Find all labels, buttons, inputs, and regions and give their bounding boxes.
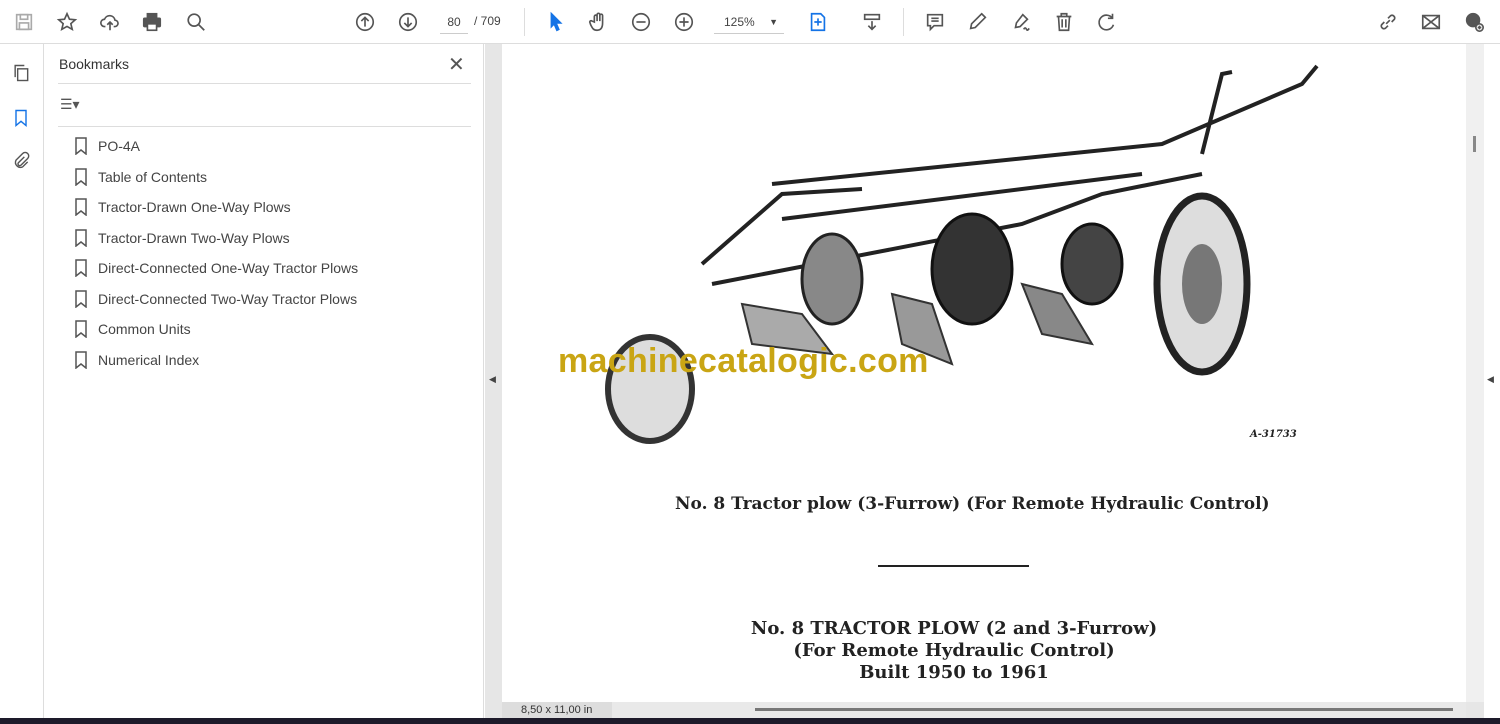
save-icon[interactable] xyxy=(10,8,38,36)
fit-page-icon[interactable] xyxy=(804,8,832,36)
bookmark-label: Common Units xyxy=(98,321,191,337)
collapse-panel-arrow[interactable]: ◀ xyxy=(489,374,496,385)
highlight-pen-icon[interactable] xyxy=(964,8,992,36)
heading-subtitle: (For Remote Hydraulic Control) xyxy=(793,640,1115,661)
sign-icon[interactable] xyxy=(1007,8,1035,36)
pdf-page: machinecatalogic.com A-31733 No. 8 Tract… xyxy=(502,44,1466,702)
page-number-input[interactable]: 80 xyxy=(440,12,468,34)
bookmark-item[interactable]: Common Units xyxy=(74,318,191,340)
page-thumbnails-icon[interactable] xyxy=(9,61,33,85)
previous-page-icon[interactable] xyxy=(351,8,379,36)
zoom-in-icon[interactable] xyxy=(670,8,698,36)
hand-tool-icon[interactable] xyxy=(584,8,612,36)
document-viewer: ◀ machinecatalogic.com A-31733 No. 8 Tra… xyxy=(485,44,1500,718)
bookmark-icon xyxy=(75,228,87,247)
bookmark-label: PO-4A xyxy=(98,138,141,154)
bookmark-icon[interactable] xyxy=(9,106,33,130)
scroll-mode-icon[interactable] xyxy=(858,8,886,36)
expand-panel-arrow[interactable]: ◀ xyxy=(1487,374,1494,385)
bookmark-item[interactable]: Tractor-Drawn Two-Way Plows xyxy=(74,227,290,249)
heading-years: Built 1950 to 1961 xyxy=(859,662,1049,683)
close-icon[interactable]: ✕ xyxy=(448,52,465,77)
zoom-select[interactable]: 125% ▼ xyxy=(714,12,784,34)
bookmark-label: Table of Contents xyxy=(98,168,207,185)
scrollbar-thumb[interactable] xyxy=(1473,136,1476,152)
page-total: / 709 xyxy=(474,14,501,28)
bookmark-label: Numerical Index xyxy=(98,351,200,368)
chevron-down-icon: ▼ xyxy=(769,17,778,27)
plow-illustration xyxy=(605,64,1319,444)
bookmark-label: Direct-Connected Two-Way Tractor Plows xyxy=(98,290,358,307)
divider-rule xyxy=(878,565,1029,567)
left-nav-rail xyxy=(0,44,44,718)
bookmark-icon xyxy=(75,167,87,186)
panel-title: Bookmarks xyxy=(59,56,130,72)
divider xyxy=(524,8,525,36)
divider xyxy=(58,83,471,84)
taskbar xyxy=(0,718,1500,724)
divider xyxy=(58,126,471,127)
upload-cloud-icon[interactable] xyxy=(96,8,124,36)
bookmark-icon xyxy=(75,259,87,277)
bookmark-icon xyxy=(75,350,87,369)
bookmark-item[interactable]: Tractor-Drawn One-Way Plows xyxy=(74,196,291,218)
next-page-icon[interactable] xyxy=(394,8,422,36)
status-bar: 8,50 x 11,00 in xyxy=(502,702,1466,718)
heading-block: No. 8 TRACTOR PLOW (2 and 3-Furrow) (For… xyxy=(502,618,1406,684)
add-user-icon[interactable] xyxy=(1460,8,1488,36)
zoom-out-icon[interactable] xyxy=(627,8,655,36)
attachment-icon[interactable] xyxy=(9,149,33,173)
bookmark-item[interactable]: Table of Contents xyxy=(74,166,207,188)
horizontal-scrollbar[interactable] xyxy=(755,708,1453,711)
email-icon[interactable] xyxy=(1417,8,1445,36)
bookmark-icon xyxy=(75,289,87,308)
share-link-icon[interactable] xyxy=(1374,8,1402,36)
heading-title: No. 8 TRACTOR PLOW (2 and 3-Furrow) xyxy=(750,618,1158,639)
bookmark-icon xyxy=(75,137,87,155)
figure-caption: No. 8 Tractor plow (3-Furrow) (For Remot… xyxy=(675,494,1270,514)
bookmark-item[interactable]: PO-4A xyxy=(74,135,140,157)
print-icon[interactable] xyxy=(138,8,166,36)
toolbar: 80 / 709 125% ▼ xyxy=(0,0,1500,44)
bookmark-label: Direct-Connected One-Way Tractor Plows xyxy=(98,260,359,276)
bookmark-options-button[interactable]: ☰▾ xyxy=(60,96,80,113)
delete-icon[interactable] xyxy=(1050,8,1078,36)
zoom-value: 125% xyxy=(724,15,755,29)
divider xyxy=(903,8,904,36)
bookmark-label: Tractor-Drawn Two-Way Plows xyxy=(98,229,290,246)
page-size: 8,50 x 11,00 in xyxy=(502,702,612,718)
rotate-icon[interactable] xyxy=(1093,8,1121,36)
select-cursor-icon[interactable] xyxy=(542,8,570,36)
bookmark-icon xyxy=(75,198,87,216)
bookmark-item[interactable]: Direct-Connected One-Way Tractor Plows xyxy=(74,257,358,279)
vertical-scrollbar[interactable] xyxy=(1466,44,1484,702)
right-panel-toggle[interactable]: ◀ xyxy=(1484,44,1500,718)
bookmarks-panel: Bookmarks ✕ ☰▾ PO-4A Table of Contents Tra… xyxy=(44,44,484,718)
figure-id: A-31733 xyxy=(1250,429,1297,440)
comment-icon[interactable] xyxy=(921,8,949,36)
bookmark-label: Tractor-Drawn One-Way Plows xyxy=(98,199,291,215)
bookmark-item[interactable]: Direct-Connected Two-Way Tractor Plows xyxy=(74,288,357,310)
search-icon[interactable] xyxy=(182,8,210,36)
bookmark-item[interactable]: Numerical Index xyxy=(74,349,199,371)
bookmark-icon xyxy=(75,320,87,338)
star-icon[interactable] xyxy=(53,8,81,36)
watermark: machinecatalogic.com xyxy=(558,342,929,380)
